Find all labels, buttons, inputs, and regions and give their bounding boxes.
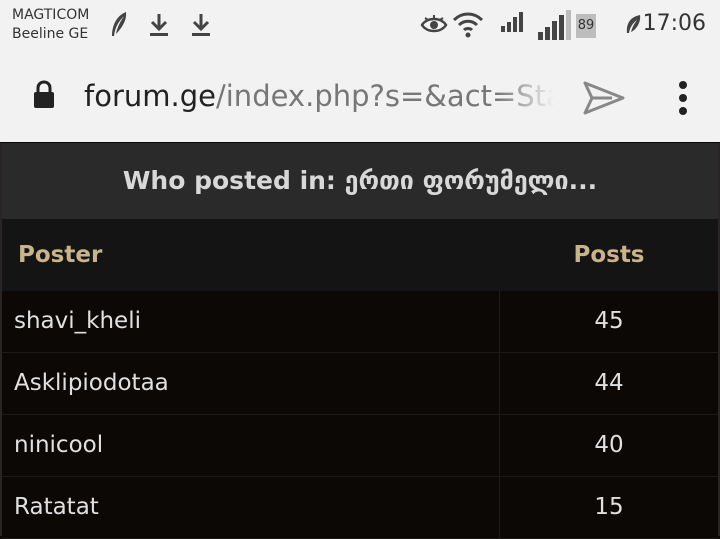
url-host: forum.ge: [84, 79, 216, 113]
post-count: 45: [594, 308, 624, 334]
table-row: Asklipiodotaa 44: [2, 353, 718, 415]
clock: 17:06: [642, 11, 706, 36]
signal-icon-1: [501, 12, 523, 32]
status-bar: MAGTICOM Beeline GE 89 17:06: [0, 0, 720, 50]
poster-name-link[interactable]: shavi_kheli: [2, 291, 500, 352]
browser-url-bar: forum.ge/index.php?s=&act=Stat: [0, 50, 720, 142]
lock-icon[interactable]: [32, 80, 56, 110]
post-count: 40: [594, 432, 624, 458]
table-row: ninicool 40: [2, 415, 718, 477]
signal-icon-2: [538, 10, 571, 40]
carrier-secondary: Beeline GE: [12, 26, 89, 42]
url-path: /index.php?s=&act=Stat: [215, 79, 554, 113]
carrier-primary: MAGTICOM: [12, 7, 90, 23]
battery-level: 89: [576, 14, 596, 38]
poster-name-link[interactable]: ninicool: [2, 415, 500, 476]
table-row: Ratatat 15: [2, 477, 718, 539]
feather-icon: [112, 12, 127, 36]
poster-name-link[interactable]: Asklipiodotaa: [2, 353, 500, 414]
poster-name-link[interactable]: Ratatat: [2, 477, 500, 538]
panel-title: Who posted in: ერთი ფორუმელი...: [2, 143, 718, 219]
wifi-icon: [452, 12, 484, 38]
post-count: 15: [594, 494, 624, 520]
post-count: 44: [594, 370, 624, 396]
column-header-posts: Posts: [573, 242, 645, 268]
send-icon[interactable]: [582, 80, 626, 116]
leaf-icon: [626, 15, 641, 33]
column-header-poster: Poster: [18, 242, 103, 268]
download-icon: [150, 14, 168, 36]
eye-icon: [420, 15, 448, 33]
table-header: Poster Posts: [2, 219, 718, 291]
overflow-menu-icon[interactable]: [676, 80, 690, 116]
who-posted-panel: Who posted in: ერთი ფორუმელი... Poster P…: [0, 143, 720, 539]
table-row: shavi_kheli 45: [2, 291, 718, 353]
url-field[interactable]: forum.ge/index.php?s=&act=Stat: [84, 78, 554, 114]
download-icon-2: [192, 14, 210, 36]
carrier-info: MAGTICOM Beeline GE: [12, 6, 89, 44]
